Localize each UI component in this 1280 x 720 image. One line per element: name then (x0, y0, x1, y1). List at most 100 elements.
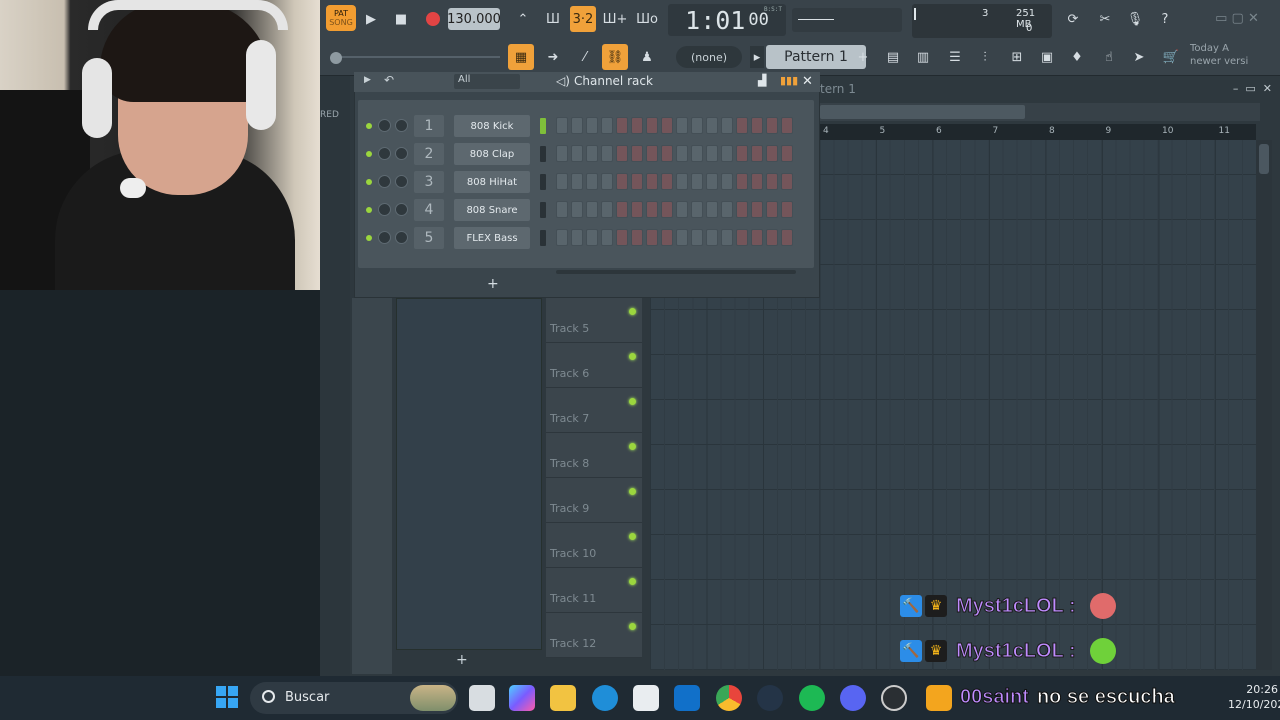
stop-icon[interactable]: ■ (388, 6, 414, 32)
step-button[interactable] (556, 201, 568, 218)
track-mute-led[interactable] (629, 488, 636, 495)
step-button[interactable] (631, 201, 643, 218)
channel-row[interactable]: 2 808 Clap (362, 143, 802, 165)
channel-select-indicator[interactable] (540, 146, 546, 162)
channel-rack-close-icon[interactable]: ✕ (802, 74, 816, 89)
channel-mixer-track[interactable]: 3 (414, 171, 444, 193)
playlist-window-controls[interactable]: – ▭ ✕ (1233, 82, 1272, 95)
link-icon[interactable]: ⛓ (602, 44, 628, 70)
taskbar-clock[interactable]: 20:2612/10/2025 (1228, 682, 1280, 716)
step-button[interactable] (691, 145, 703, 162)
step-button[interactable] (736, 117, 748, 134)
step-button[interactable] (571, 173, 583, 190)
step-button[interactable] (616, 173, 628, 190)
step-button[interactable] (721, 229, 733, 246)
step-button[interactable] (571, 145, 583, 162)
step-button[interactable] (616, 117, 628, 134)
master-volume-slider[interactable] (330, 52, 500, 64)
track-mute-led[interactable] (629, 578, 636, 585)
windows-start-icon[interactable] (216, 686, 238, 708)
play-icon[interactable]: ▶ (358, 6, 384, 32)
step-button[interactable] (631, 173, 643, 190)
copilot-icon[interactable] (509, 685, 535, 711)
channel-pan-knob[interactable] (378, 175, 391, 188)
channel-filter[interactable]: All (454, 74, 520, 89)
channel-select-indicator[interactable] (540, 202, 546, 218)
step-button[interactable] (646, 201, 658, 218)
countdown-icon[interactable]: 3·2 (570, 6, 596, 32)
add-pattern-icon[interactable]: + (856, 46, 870, 68)
edge-icon[interactable] (592, 685, 618, 711)
channel-name-button[interactable]: 808 HiHat (454, 171, 530, 193)
taskbar-search[interactable]: Buscar (250, 682, 458, 714)
step-button[interactable] (766, 145, 778, 162)
stamp-icon[interactable]: ♟ (634, 44, 660, 70)
news-panel[interactable]: Today Anewer versi (1190, 42, 1276, 72)
blend-notes-icon[interactable]: Ш+ (602, 6, 628, 32)
step-button[interactable] (751, 201, 763, 218)
shop-icon[interactable]: 🛒 (1158, 44, 1184, 70)
step-button[interactable] (571, 117, 583, 134)
channel-mixer-track[interactable]: 5 (414, 227, 444, 249)
step-button[interactable] (736, 173, 748, 190)
track-header[interactable]: Track 11 (546, 568, 642, 613)
file-explorer-icon[interactable] (550, 685, 576, 711)
step-button[interactable] (586, 229, 598, 246)
track-mute-led[interactable] (629, 398, 636, 405)
pattern-prev-icon[interactable]: ▸ (750, 46, 764, 68)
channel-mixer-track[interactable]: 1 (414, 115, 444, 137)
step-button[interactable] (721, 201, 733, 218)
channel-pan-knob[interactable] (378, 231, 391, 244)
discord-icon[interactable] (840, 685, 866, 711)
step-button[interactable] (601, 229, 613, 246)
mic-icon[interactable]: 🎙 (1122, 6, 1148, 32)
step-button[interactable] (556, 145, 568, 162)
track-mute-led[interactable] (629, 623, 636, 630)
tools-icon[interactable]: ✂ (1092, 6, 1118, 32)
channel-pan-knob[interactable] (378, 119, 391, 132)
step-button[interactable] (631, 229, 643, 246)
channel-mixer-track[interactable]: 2 (414, 143, 444, 165)
step-button[interactable] (586, 201, 598, 218)
task-view-icon[interactable] (469, 685, 495, 711)
fl-studio-icon[interactable] (926, 685, 952, 711)
step-button[interactable] (706, 229, 718, 246)
step-button[interactable] (691, 117, 703, 134)
channel-mute-led[interactable] (366, 151, 372, 157)
step-button[interactable] (586, 173, 598, 190)
rack-scrollbar[interactable] (556, 270, 796, 274)
playlist-vertical-scrollbar[interactable] (1256, 140, 1272, 670)
step-button[interactable] (691, 229, 703, 246)
draw-tool-icon[interactable]: ⁄ (572, 44, 598, 70)
track-header[interactable]: Track 5 (546, 298, 642, 343)
snap-selector[interactable]: (none) (676, 46, 742, 68)
channel-volume-knob[interactable] (395, 231, 408, 244)
add-track-icon[interactable]: + (456, 652, 470, 668)
touch-icon[interactable]: ☝ (1096, 44, 1122, 70)
step-button[interactable] (631, 145, 643, 162)
channel-name-button[interactable]: 808 Snare (454, 199, 530, 221)
track-header[interactable]: Track 7 (546, 388, 642, 433)
step-button[interactable] (676, 145, 688, 162)
chrome-icon[interactable] (716, 685, 742, 711)
rack-undo-icon[interactable]: ↶ (384, 73, 394, 87)
piano-roll-icon[interactable]: ▦ (508, 44, 534, 70)
step-button[interactable] (766, 229, 778, 246)
mixer-icon[interactable]: ⫶ (972, 44, 998, 70)
step-button[interactable] (571, 201, 583, 218)
track-header[interactable]: Track 10 (546, 523, 642, 568)
track-header[interactable]: Track 9 (546, 478, 642, 523)
step-button[interactable] (646, 173, 658, 190)
channel-select-indicator[interactable] (540, 118, 546, 134)
window-controls[interactable]: ▭ ▢ ✕ (1200, 8, 1274, 28)
step-button[interactable] (706, 117, 718, 134)
channel-row[interactable]: 5 FLEX Bass (362, 227, 802, 249)
store-icon[interactable] (633, 685, 659, 711)
channel-name-button[interactable]: 808 Clap (454, 143, 530, 165)
step-button[interactable] (646, 145, 658, 162)
step-button[interactable] (781, 145, 793, 162)
step-button[interactable] (781, 229, 793, 246)
step-button[interactable] (616, 201, 628, 218)
pat-song-toggle[interactable]: PAT SONG (326, 5, 356, 31)
step-button[interactable] (691, 201, 703, 218)
